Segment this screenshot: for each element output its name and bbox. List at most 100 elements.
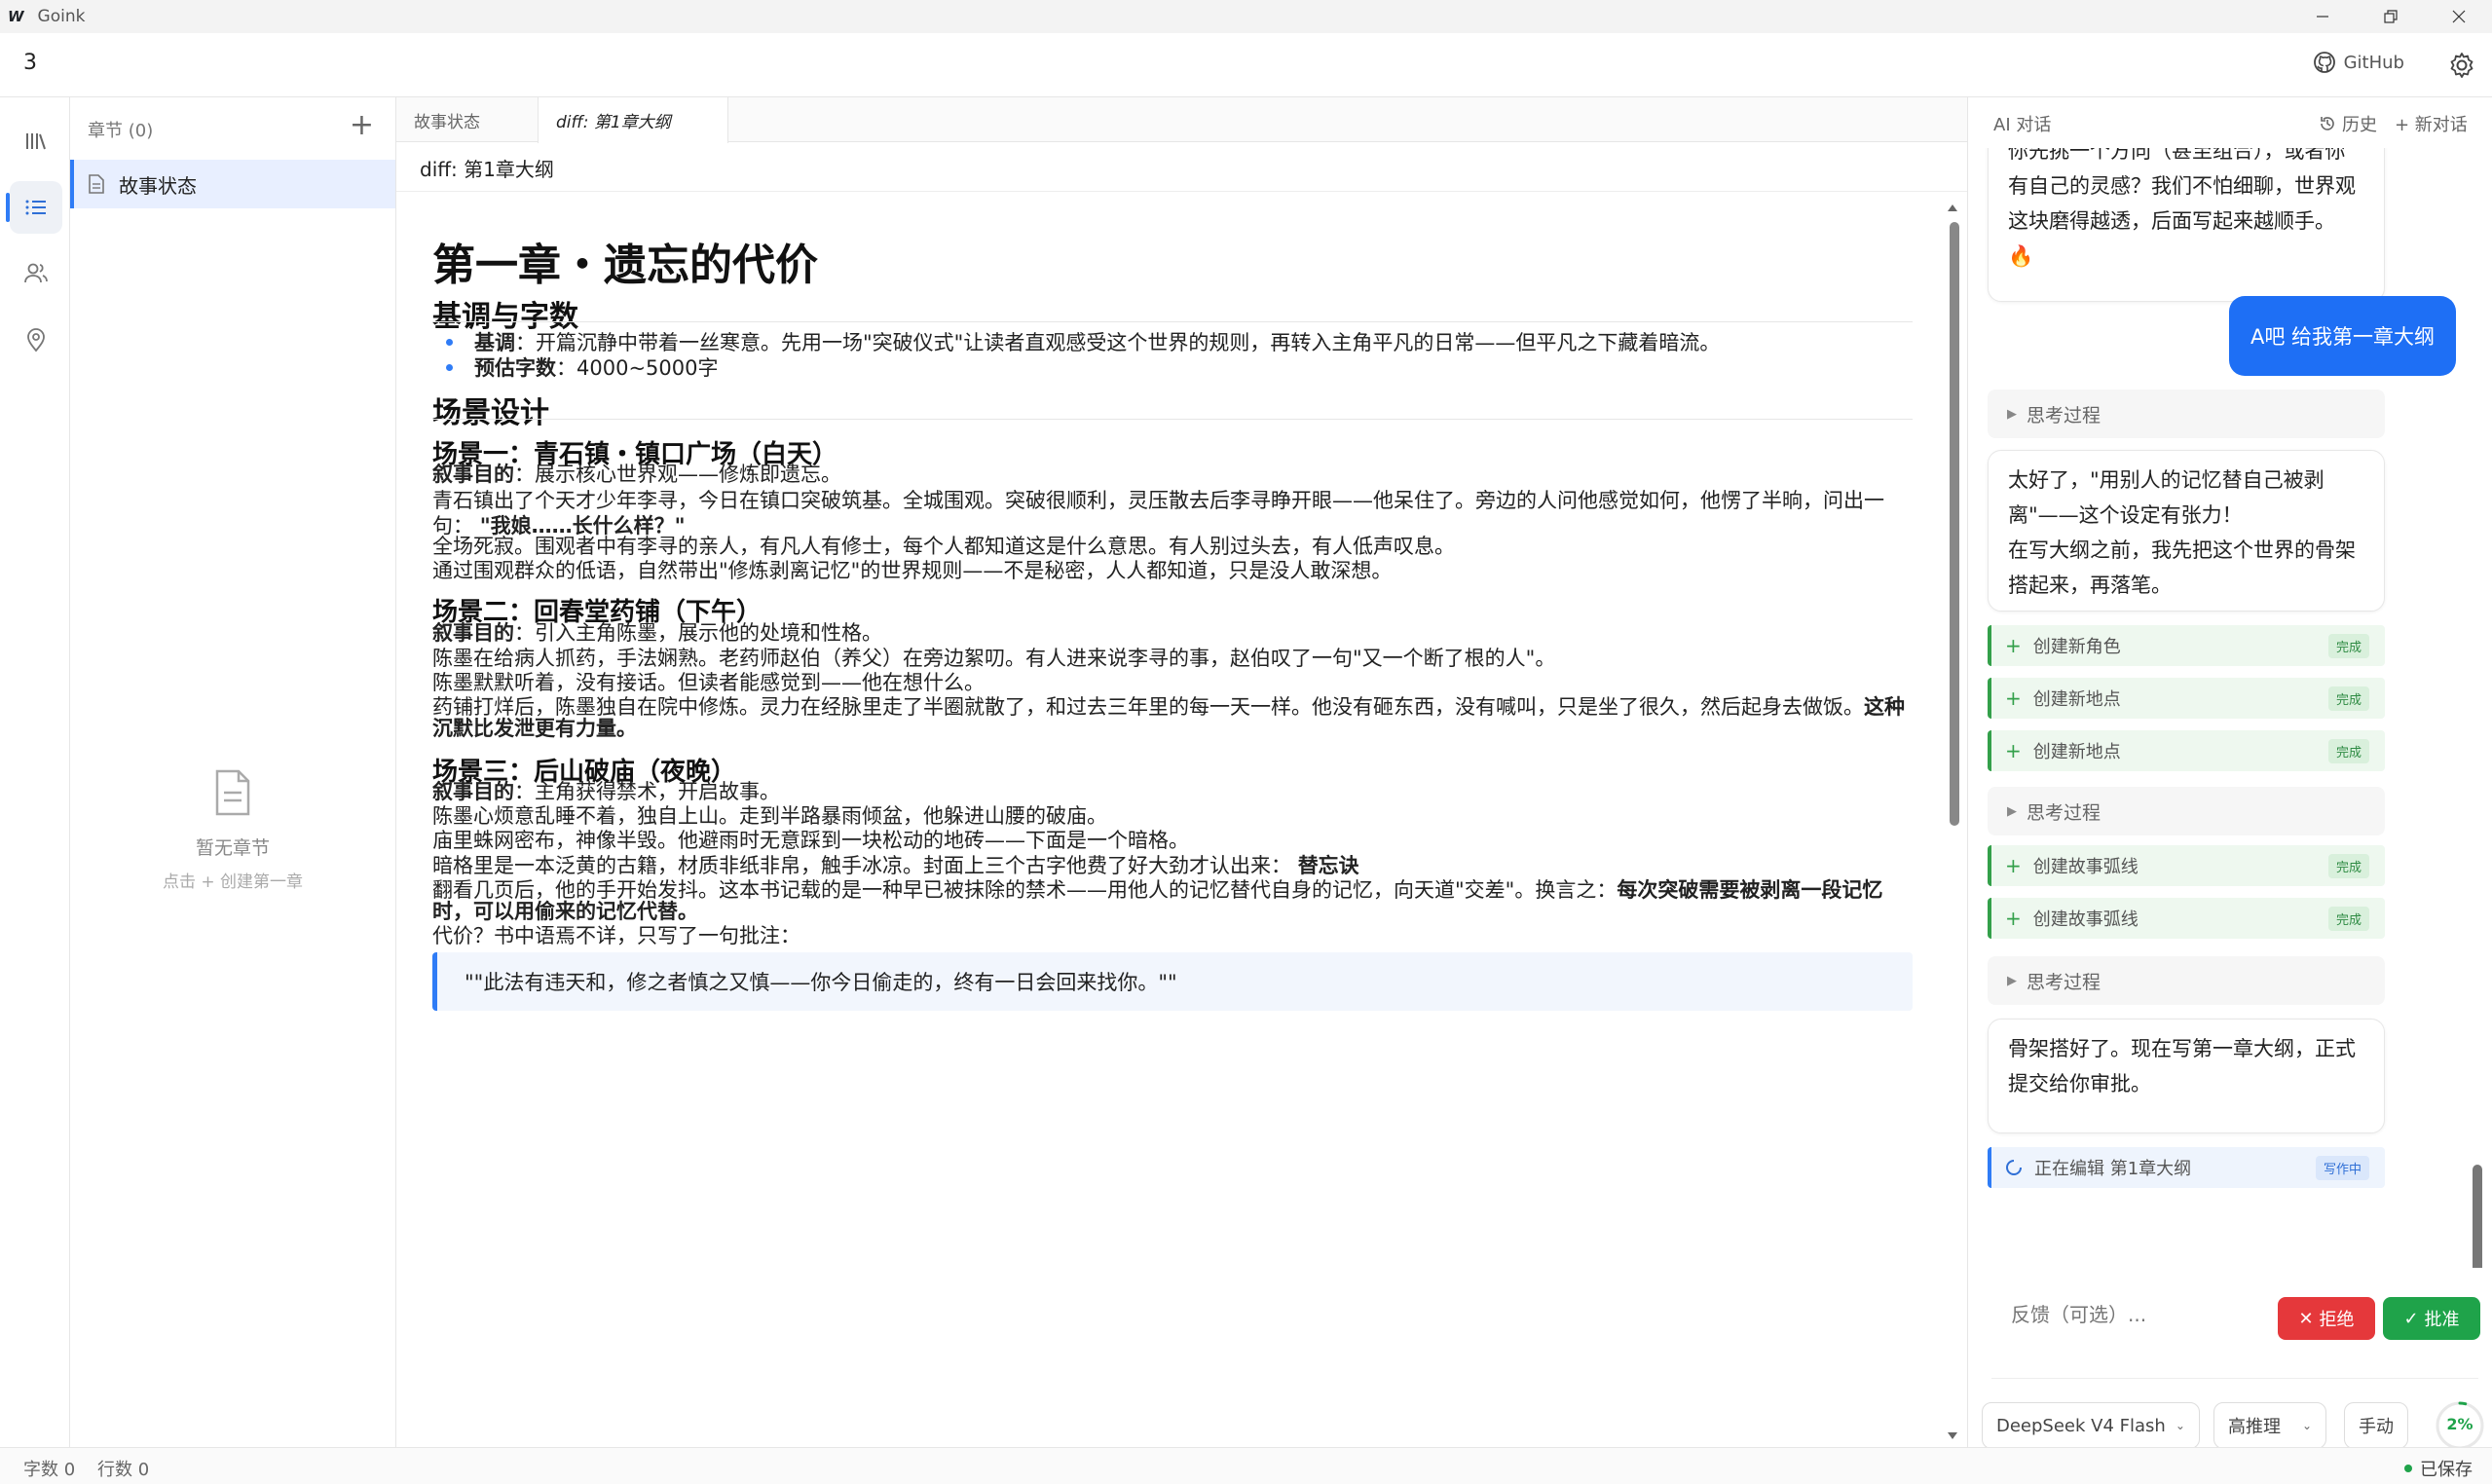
assistant-message: 你先挑一个方向（甚至组合），或者你 有自己的灵感？我们不怕细聊，世界观 这块磨得… xyxy=(1988,148,2385,302)
sidebar-item-story-state[interactable]: 故事状态 xyxy=(70,160,395,208)
section-heading: 场景设计 xyxy=(432,396,549,430)
rail-library-button[interactable] xyxy=(10,115,62,167)
chevron-down-icon: ⌄ xyxy=(2302,1419,2313,1432)
tool-call-item[interactable]: + 创建故事弧线 完成 xyxy=(1988,898,2385,939)
chevron-down-icon: ⌄ xyxy=(2175,1419,2185,1432)
tool-call-item[interactable]: + 创建新地点 完成 xyxy=(1988,730,2385,771)
caret-right-icon: ▶ xyxy=(2007,803,2017,819)
project-name[interactable]: 3 xyxy=(23,51,37,75)
emphasis-text: 沉默比发泄更有力量。 xyxy=(432,717,637,740)
thinking-label: 思考过程 xyxy=(2027,801,2101,824)
divider xyxy=(432,419,1913,420)
tool-call-item[interactable]: + 创建新角色 完成 xyxy=(1988,625,2385,666)
history-label: 历史 xyxy=(2342,115,2377,135)
model-select[interactable]: DeepSeek V4 Flash ⌄ xyxy=(1982,1402,2200,1449)
assistant-message: 太好了，"用别人的记忆替自己被剥 离"——这个设定有张力！ 在写大纲之前，我先把… xyxy=(1988,450,2385,612)
history-button[interactable]: 历史 xyxy=(2319,111,2377,136)
thinking-toggle[interactable]: ▶ 思考过程 xyxy=(1988,956,2385,1005)
tool-call-item[interactable]: + 创建新地点 完成 xyxy=(1988,678,2385,719)
message-line: 有自己的灵感？我们不怕细聊，世界观 xyxy=(2008,174,2356,198)
message-line: 这块磨得越透，后面写起来越顺手。 xyxy=(2008,209,2335,233)
chat-messages[interactable]: 你先挑一个方向（甚至组合），或者你 有自己的灵感？我们不怕细聊，世界观 这块磨得… xyxy=(1968,148,2492,1268)
approve-button[interactable]: ✓ 批准 xyxy=(2383,1297,2480,1340)
approve-label: 批准 xyxy=(2424,1310,2460,1330)
plus-icon: + xyxy=(2005,634,2022,657)
restore-button[interactable] xyxy=(2357,0,2425,33)
window-title-bar: W Goink xyxy=(0,0,2492,33)
blockquote: ""此法有违天和，修之者慎之又慎——你今日偷走的，终有一日会回来找你。"" xyxy=(432,952,1913,1011)
minimize-icon xyxy=(2317,16,2328,18)
list-item-text: ：4000~5000字 xyxy=(556,356,719,380)
rail-characters-button[interactable] xyxy=(10,247,62,300)
editor-scroll-thumb[interactable] xyxy=(1950,222,1959,826)
tool-call-label: 创建故事弧线 xyxy=(2032,909,2139,930)
status-bar: 字数 0 行数 0 已保存 xyxy=(0,1447,2492,1484)
close-icon: ✕ xyxy=(2298,1308,2314,1329)
list-item-label: 预估字数 xyxy=(474,356,556,380)
message-line: 你先挑一个方向（甚至组合），或者你 xyxy=(2008,148,2346,163)
reject-button[interactable]: ✕ 拒绝 xyxy=(2278,1297,2375,1340)
list-item: 预估字数：4000~5000字 xyxy=(446,352,718,382)
context-usage-indicator[interactable]: 2% xyxy=(2434,1399,2486,1452)
sidebar-item-label: 故事状态 xyxy=(119,173,197,198)
history-icon xyxy=(2321,117,2334,130)
plus-icon: + xyxy=(2005,907,2022,930)
fire-emoji: 🔥 xyxy=(2008,244,2034,268)
empty-state: 暂无章节 点击 + 创建第一章 xyxy=(70,769,395,892)
thinking-toggle[interactable]: ▶ 思考过程 xyxy=(1988,390,2385,438)
status-badge: 完成 xyxy=(2327,686,2369,711)
reasoning-select[interactable]: 高推理 ⌄ xyxy=(2213,1402,2327,1449)
paragraph: 沉默比发泄更有力量。 xyxy=(432,711,1913,746)
reject-label: 拒绝 xyxy=(2319,1310,2355,1330)
rail-locations-button[interactable] xyxy=(10,314,62,366)
check-icon: ✓ xyxy=(2403,1308,2419,1329)
message-line: 提交给你审批。 xyxy=(2008,1072,2151,1095)
left-rail xyxy=(0,97,70,1447)
location-pin-icon xyxy=(27,328,45,352)
document-icon xyxy=(89,174,104,194)
blockquote-text: ""此法有违天和，修之者慎之又慎——你今日偷走的，终有一日会回来找你。"" xyxy=(465,971,1177,994)
add-chapter-button[interactable]: + xyxy=(350,111,374,140)
empty-state-title: 暂无章节 xyxy=(195,837,270,859)
chat-scroll-thumb[interactable] xyxy=(2473,1165,2482,1268)
github-link[interactable]: GitHub xyxy=(2313,51,2404,74)
tab-diff-outline[interactable]: diff: 第1章大纲 xyxy=(538,97,728,143)
plus-icon: + xyxy=(2005,739,2022,762)
list-item-text: ：开篇沉静中带着一丝寒意。先用一场"突破仪式"让读者直观感受这个世界的规则，再转… xyxy=(515,331,1721,354)
tool-call-label: 创建新角色 xyxy=(2032,637,2121,657)
scroll-arrows-icon xyxy=(2473,1247,2482,1254)
tool-call-label: 正在编辑 第1章大纲 xyxy=(2034,1159,2192,1179)
status-badge: 完成 xyxy=(2327,906,2369,931)
tool-call-item[interactable]: + 创建故事弧线 完成 xyxy=(1988,845,2385,886)
list-icon xyxy=(25,200,46,215)
minimize-button[interactable] xyxy=(2288,0,2357,33)
message-line: 在写大纲之前，我先把这个世界的骨架 xyxy=(2008,538,2356,562)
mode-label: 手动 xyxy=(2359,1417,2394,1437)
chat-scrollbar[interactable] xyxy=(2471,148,2484,1268)
mode-button[interactable]: 手动 xyxy=(2344,1402,2408,1449)
new-chat-button[interactable]: + 新对话 xyxy=(2395,111,2468,136)
github-icon xyxy=(2313,52,2335,73)
settings-button[interactable] xyxy=(2445,49,2478,82)
feedback-box: ✕ 拒绝 ✓ 批准 xyxy=(1991,1278,2480,1379)
thinking-toggle[interactable]: ▶ 思考过程 xyxy=(1988,787,2385,835)
ai-panel-header: AI 对话 历史 + 新对话 xyxy=(1968,97,2492,148)
people-icon xyxy=(24,263,48,283)
message-line: 骨架搭好了。现在写第一章大纲，正式 xyxy=(2008,1037,2356,1060)
plus-icon: + xyxy=(2005,854,2022,877)
tool-call-label: 创建故事弧线 xyxy=(2032,857,2139,877)
chapter-panel: 章节 (0) + 故事状态 暂无章节 点击 + 创建第一章 xyxy=(70,97,396,1447)
tab-story-state[interactable]: 故事状态 xyxy=(396,97,498,142)
save-status-label: 已保存 xyxy=(2420,1460,2473,1480)
chapter-heading: 第一章・遗忘的代价 xyxy=(432,241,818,290)
tool-call-item-active[interactable]: 正在编辑 第1章大纲 写作中 xyxy=(1988,1147,2385,1188)
feedback-input[interactable] xyxy=(2011,1303,2245,1326)
gear-icon xyxy=(2450,53,2473,78)
close-button[interactable] xyxy=(2425,0,2492,33)
rail-outline-button[interactable] xyxy=(6,181,62,234)
divider xyxy=(432,321,1913,322)
document-body[interactable]: 第一章・遗忘的代价 基调与字数 基调：开篇沉静中带着一丝寒意。先用一场"突破仪式… xyxy=(432,201,1913,1447)
reasoning-select-value: 高推理 xyxy=(2228,1417,2281,1437)
divider xyxy=(396,191,1967,192)
top-toolbar: 3 GitHub xyxy=(0,33,2492,97)
